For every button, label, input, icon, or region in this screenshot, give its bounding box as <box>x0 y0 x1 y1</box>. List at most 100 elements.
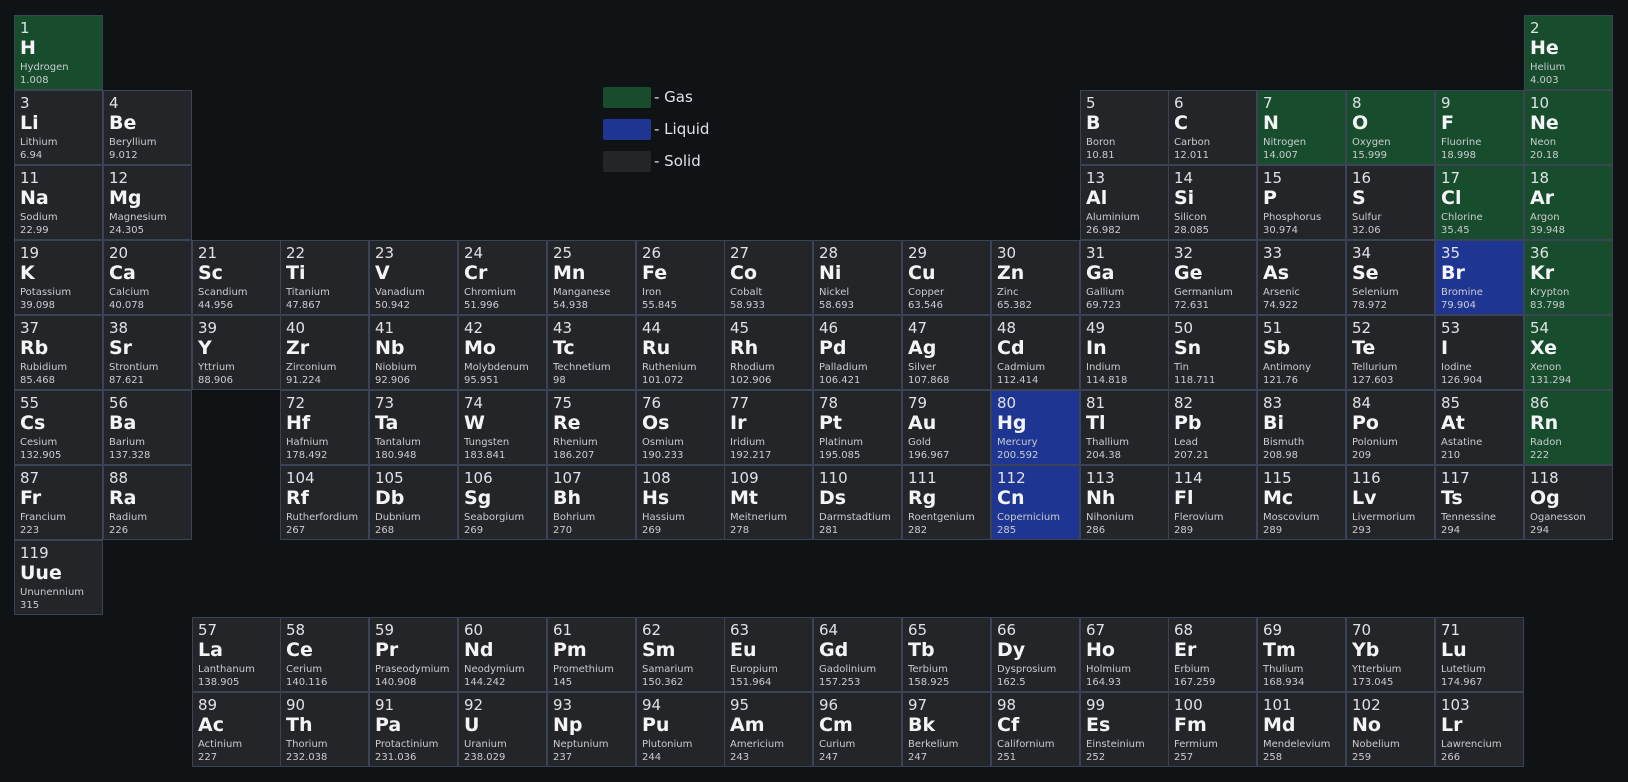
element-cell-ts[interactable]: 117 Ts Tennessine 294 <box>1435 465 1524 540</box>
element-cell-au[interactable]: 79 Au Gold 196.967 <box>902 390 991 465</box>
element-cell-es[interactable]: 99 Es Einsteinium 252 <box>1080 692 1169 767</box>
element-cell-fe[interactable]: 26 Fe Iron 55.845 <box>636 240 725 315</box>
element-cell-br[interactable]: 35 Br Bromine 79.904 <box>1435 240 1524 315</box>
element-cell-pd[interactable]: 46 Pd Palladium 106.421 <box>813 315 902 390</box>
element-cell-ce[interactable]: 58 Ce Cerium 140.116 <box>280 617 369 692</box>
element-cell-tb[interactable]: 65 Tb Terbium 158.925 <box>902 617 991 692</box>
element-cell-cu[interactable]: 29 Cu Copper 63.546 <box>902 240 991 315</box>
element-cell-cr[interactable]: 24 Cr Chromium 51.996 <box>458 240 547 315</box>
element-cell-ti[interactable]: 22 Ti Titanium 47.867 <box>280 240 369 315</box>
element-cell-as[interactable]: 33 As Arsenic 74.922 <box>1257 240 1346 315</box>
element-cell-s[interactable]: 16 S Sulfur 32.06 <box>1346 165 1435 240</box>
element-cell-cl[interactable]: 17 Cl Chlorine 35.45 <box>1435 165 1524 240</box>
element-cell-cf[interactable]: 98 Cf Californium 251 <box>991 692 1080 767</box>
element-cell-he[interactable]: 2 He Helium 4.003 <box>1524 15 1613 90</box>
element-cell-v[interactable]: 23 V Vanadium 50.942 <box>369 240 458 315</box>
element-cell-mg[interactable]: 12 Mg Magnesium 24.305 <box>103 165 192 240</box>
element-cell-rg[interactable]: 111 Rg Roentgenium 282 <box>902 465 991 540</box>
element-cell-ir[interactable]: 77 Ir Iridium 192.217 <box>724 390 813 465</box>
element-cell-dy[interactable]: 66 Dy Dysprosium 162.5 <box>991 617 1080 692</box>
element-cell-os[interactable]: 76 Os Osmium 190.233 <box>636 390 725 465</box>
element-cell-ne[interactable]: 10 Ne Neon 20.18 <box>1524 90 1613 165</box>
element-cell-na[interactable]: 11 Na Sodium 22.99 <box>14 165 103 240</box>
element-cell-lr[interactable]: 103 Lr Lawrencium 266 <box>1435 692 1524 767</box>
element-cell-sc[interactable]: 21 Sc Scandium 44.956 <box>192 240 281 315</box>
element-cell-am[interactable]: 95 Am Americium 243 <box>724 692 813 767</box>
element-cell-kr[interactable]: 36 Kr Krypton 83.798 <box>1524 240 1613 315</box>
element-cell-ac[interactable]: 89 Ac Actinium 227 <box>192 692 281 767</box>
element-cell-nd[interactable]: 60 Nd Neodymium 144.242 <box>458 617 547 692</box>
element-cell-zr[interactable]: 40 Zr Zirconium 91.224 <box>280 315 369 390</box>
element-cell-ge[interactable]: 32 Ge Germanium 72.631 <box>1168 240 1257 315</box>
element-cell-i[interactable]: 53 I Iodine 126.904 <box>1435 315 1524 390</box>
element-cell-k[interactable]: 19 K Potassium 39.098 <box>14 240 103 315</box>
element-cell-bk[interactable]: 97 Bk Berkelium 247 <box>902 692 991 767</box>
element-cell-sg[interactable]: 106 Sg Seaborgium 269 <box>458 465 547 540</box>
element-cell-tl[interactable]: 81 Tl Thallium 204.38 <box>1080 390 1169 465</box>
element-cell-ba[interactable]: 56 Ba Barium 137.328 <box>103 390 192 465</box>
element-cell-mc[interactable]: 115 Mc Moscovium 289 <box>1257 465 1346 540</box>
element-cell-np[interactable]: 93 Np Neptunium 237 <box>547 692 636 767</box>
element-cell-gd[interactable]: 64 Gd Gadolinium 157.253 <box>813 617 902 692</box>
element-cell-yb[interactable]: 70 Yb Ytterbium 173.045 <box>1346 617 1435 692</box>
element-cell-ni[interactable]: 28 Ni Nickel 58.693 <box>813 240 902 315</box>
element-cell-mt[interactable]: 109 Mt Meitnerium 278 <box>724 465 813 540</box>
element-cell-eu[interactable]: 63 Eu Europium 151.964 <box>724 617 813 692</box>
element-cell-u[interactable]: 92 U Uranium 238.029 <box>458 692 547 767</box>
element-cell-uue[interactable]: 119 Uue Ununennium 315 <box>14 540 103 615</box>
element-cell-md[interactable]: 101 Md Mendelevium 258 <box>1257 692 1346 767</box>
element-cell-f[interactable]: 9 F Fluorine 18.998 <box>1435 90 1524 165</box>
element-cell-rn[interactable]: 86 Rn Radon 222 <box>1524 390 1613 465</box>
element-cell-si[interactable]: 14 Si Silicon 28.085 <box>1168 165 1257 240</box>
element-cell-ds[interactable]: 110 Ds Darmstadtium 281 <box>813 465 902 540</box>
element-cell-cs[interactable]: 55 Cs Cesium 132.905 <box>14 390 103 465</box>
element-cell-ru[interactable]: 44 Ru Ruthenium 101.072 <box>636 315 725 390</box>
element-cell-y[interactable]: 39 Y Yttrium 88.906 <box>192 315 281 390</box>
element-cell-la[interactable]: 57 La Lanthanum 138.905 <box>192 617 281 692</box>
element-cell-rf[interactable]: 104 Rf Rutherfordium 267 <box>280 465 369 540</box>
element-cell-w[interactable]: 74 W Tungsten 183.841 <box>458 390 547 465</box>
element-cell-ar[interactable]: 18 Ar Argon 39.948 <box>1524 165 1613 240</box>
element-cell-b[interactable]: 5 B Boron 10.81 <box>1080 90 1169 165</box>
element-cell-re[interactable]: 75 Re Rhenium 186.207 <box>547 390 636 465</box>
element-cell-sn[interactable]: 50 Sn Tin 118.711 <box>1168 315 1257 390</box>
element-cell-zn[interactable]: 30 Zn Zinc 65.382 <box>991 240 1080 315</box>
element-cell-po[interactable]: 84 Po Polonium 209 <box>1346 390 1435 465</box>
element-cell-rb[interactable]: 37 Rb Rubidium 85.468 <box>14 315 103 390</box>
element-cell-in[interactable]: 49 In Indium 114.818 <box>1080 315 1169 390</box>
element-cell-ho[interactable]: 67 Ho Holmium 164.93 <box>1080 617 1169 692</box>
element-cell-li[interactable]: 3 Li Lithium 6.94 <box>14 90 103 165</box>
element-cell-o[interactable]: 8 O Oxygen 15.999 <box>1346 90 1435 165</box>
element-cell-fl[interactable]: 114 Fl Flerovium 289 <box>1168 465 1257 540</box>
element-cell-ra[interactable]: 88 Ra Radium 226 <box>103 465 192 540</box>
element-cell-no[interactable]: 102 No Nobelium 259 <box>1346 692 1435 767</box>
element-cell-pt[interactable]: 78 Pt Platinum 195.085 <box>813 390 902 465</box>
element-cell-pr[interactable]: 59 Pr Praseodymium 140.908 <box>369 617 458 692</box>
element-cell-ta[interactable]: 73 Ta Tantalum 180.948 <box>369 390 458 465</box>
element-cell-pa[interactable]: 91 Pa Protactinium 231.036 <box>369 692 458 767</box>
element-cell-p[interactable]: 15 P Phosphorus 30.974 <box>1257 165 1346 240</box>
element-cell-db[interactable]: 105 Db Dubnium 268 <box>369 465 458 540</box>
element-cell-er[interactable]: 68 Er Erbium 167.259 <box>1168 617 1257 692</box>
element-cell-pu[interactable]: 94 Pu Plutonium 244 <box>636 692 725 767</box>
element-cell-ga[interactable]: 31 Ga Gallium 69.723 <box>1080 240 1169 315</box>
element-cell-lu[interactable]: 71 Lu Lutetium 174.967 <box>1435 617 1524 692</box>
element-cell-og[interactable]: 118 Og Oganesson 294 <box>1524 465 1613 540</box>
element-cell-n[interactable]: 7 N Nitrogen 14.007 <box>1257 90 1346 165</box>
element-cell-bh[interactable]: 107 Bh Bohrium 270 <box>547 465 636 540</box>
element-cell-h[interactable]: 1 H Hydrogen 1.008 <box>14 15 103 90</box>
element-cell-rh[interactable]: 45 Rh Rhodium 102.906 <box>724 315 813 390</box>
element-cell-hf[interactable]: 72 Hf Hafnium 178.492 <box>280 390 369 465</box>
element-cell-hs[interactable]: 108 Hs Hassium 269 <box>636 465 725 540</box>
element-cell-te[interactable]: 52 Te Tellurium 127.603 <box>1346 315 1435 390</box>
element-cell-sb[interactable]: 51 Sb Antimony 121.76 <box>1257 315 1346 390</box>
element-cell-tc[interactable]: 43 Tc Technetium 98 <box>547 315 636 390</box>
element-cell-nb[interactable]: 41 Nb Niobium 92.906 <box>369 315 458 390</box>
element-cell-cn[interactable]: 112 Cn Copernicium 285 <box>991 465 1080 540</box>
element-cell-mn[interactable]: 25 Mn Manganese 54.938 <box>547 240 636 315</box>
element-cell-fr[interactable]: 87 Fr Francium 223 <box>14 465 103 540</box>
element-cell-bi[interactable]: 83 Bi Bismuth 208.98 <box>1257 390 1346 465</box>
element-cell-mo[interactable]: 42 Mo Molybdenum 95.951 <box>458 315 547 390</box>
element-cell-lv[interactable]: 116 Lv Livermorium 293 <box>1346 465 1435 540</box>
element-cell-co[interactable]: 27 Co Cobalt 58.933 <box>724 240 813 315</box>
